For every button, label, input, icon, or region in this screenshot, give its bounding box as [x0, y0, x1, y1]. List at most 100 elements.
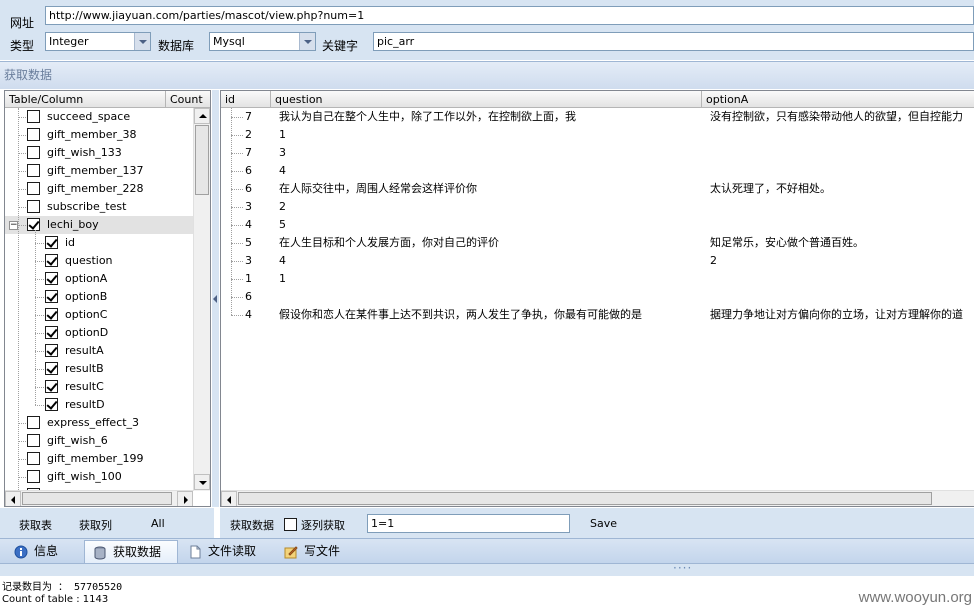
tab-write-file[interactable]: 写文件 — [276, 540, 356, 563]
table-row[interactable]: 6 在人际交往中，周围人经常会这样评价你 太认死理了，不好相处。 — [221, 180, 974, 198]
tree-table-item[interactable]: gift_wish_100 — [5, 468, 193, 486]
tree-header-count[interactable]: Count — [166, 91, 210, 108]
grid-header-optiona[interactable]: optionA — [702, 91, 974, 108]
table-tree[interactable]: Table/Column Count succeed_space gift_mem… — [4, 90, 211, 507]
tree-item-checkbox[interactable] — [27, 416, 40, 429]
table-row[interactable]: 7 我认为自己在整个人生中，除了工作以外，在控制欲上面，我 没有控制欲，只有感染带动… — [221, 108, 974, 126]
tree-item-checkbox[interactable] — [45, 344, 58, 357]
tree-item-checkbox[interactable] — [45, 362, 58, 375]
tree-column-item[interactable]: optionA — [5, 270, 193, 288]
tree-table-item[interactable]: gift_member_199 — [5, 450, 193, 468]
tree-item-checkbox[interactable] — [27, 146, 40, 159]
tab-get-data-label: 获取数据 — [113, 545, 162, 559]
grid-hscrollbar[interactable] — [221, 490, 974, 506]
tree-item-checkbox[interactable] — [27, 110, 40, 123]
tree-table-item[interactable]: − lechi_boy — [5, 216, 193, 234]
tree-vscrollbar[interactable] — [193, 108, 210, 491]
row-line — [231, 279, 243, 280]
type-select[interactable]: Integer — [45, 32, 151, 51]
collapse-icon[interactable]: − — [9, 221, 18, 230]
table-row[interactable]: 4 假设你和恋人在某件事上达不到共识，两人发生了争执，你最有可能做的是 据理力争地让… — [221, 306, 974, 324]
where-input[interactable]: 1=1 — [367, 514, 570, 533]
tree-column-item[interactable]: resultD — [5, 396, 193, 414]
tree-item-checkbox[interactable] — [27, 164, 40, 177]
get-columns-button[interactable]: 获取列 — [79, 517, 112, 533]
tree-column-item[interactable]: resultC — [5, 378, 193, 396]
scroll-left-icon[interactable] — [221, 491, 237, 506]
table-row[interactable]: 64 — [221, 162, 974, 180]
scroll-thumb[interactable] — [195, 125, 209, 195]
tree-item-checkbox[interactable] — [27, 452, 40, 465]
table-row[interactable]: 5 在人生目标和个人发展方面，你对自己的评价 知足常乐，安心做个普通百姓。 — [221, 234, 974, 252]
tree-hscrollbar[interactable] — [5, 490, 193, 506]
tree-table-item[interactable]: gift_member_38 — [5, 126, 193, 144]
tree-item-checkbox[interactable] — [45, 272, 58, 285]
select-all-button[interactable]: All — [151, 517, 165, 530]
table-row[interactable]: 73 — [221, 144, 974, 162]
tree-column-item[interactable]: optionB — [5, 288, 193, 306]
table-row[interactable]: 6 — [221, 288, 974, 306]
tree-item-checkbox[interactable] — [27, 182, 40, 195]
tree-item-checkbox[interactable] — [45, 380, 58, 393]
tree-item-checkbox[interactable] — [27, 218, 40, 231]
database-select[interactable]: Mysql — [209, 32, 316, 51]
tree-column-item[interactable]: optionC — [5, 306, 193, 324]
tree-table-item[interactable]: gift_member_137 — [5, 162, 193, 180]
scroll-thumb[interactable] — [238, 492, 932, 505]
grid-header-question[interactable]: question — [271, 91, 702, 108]
chevron-down-icon[interactable] — [299, 33, 315, 50]
tree-column-item[interactable]: optionD — [5, 324, 193, 342]
tree-table-item[interactable]: gift_wish_6 — [5, 432, 193, 450]
tree-item-checkbox[interactable] — [45, 398, 58, 411]
url-input[interactable]: http://www.jiayuan.com/parties/mascot/vi… — [45, 6, 974, 25]
keyword-input[interactable]: pic_arr — [373, 32, 974, 51]
tree-column-item[interactable]: resultA — [5, 342, 193, 360]
tree-item-checkbox[interactable] — [27, 470, 40, 483]
scroll-up-icon[interactable] — [194, 108, 210, 124]
tree-item-label: optionB — [65, 290, 108, 303]
scroll-right-icon[interactable] — [177, 491, 193, 506]
tree-item-checkbox[interactable] — [45, 326, 58, 339]
tree-header-table-column[interactable]: Table/Column — [5, 91, 166, 108]
chevron-down-icon[interactable] — [134, 33, 150, 50]
tree-table-item[interactable]: gift_wish_133 — [5, 144, 193, 162]
table-row[interactable]: 21 — [221, 126, 974, 144]
tree-column-item[interactable]: resultB — [5, 360, 193, 378]
tab-file-read[interactable]: 文件读取 — [180, 540, 272, 563]
tree-item-checkbox[interactable] — [27, 200, 40, 213]
grid-header-id[interactable]: id — [221, 91, 271, 108]
tree-table-item[interactable]: gift_member_228 — [5, 180, 193, 198]
table-row[interactable]: 32 — [221, 198, 974, 216]
table-row[interactable]: 3 4 2 — [221, 252, 974, 270]
get-tables-button[interactable]: 获取表 — [19, 517, 52, 533]
tab-get-data[interactable]: 获取数据 — [84, 540, 178, 563]
scroll-thumb[interactable] — [22, 492, 172, 505]
panel-splitter[interactable] — [212, 90, 219, 507]
get-data-button[interactable]: 获取数据 — [230, 517, 274, 533]
tree-item-checkbox[interactable] — [45, 308, 58, 321]
data-grid[interactable]: id question optionA 7 我认为自己在整个人生中，除了工作以外，… — [220, 90, 974, 507]
tree-table-item[interactable]: succeed_space — [5, 108, 193, 126]
tree-item-checkbox[interactable] — [45, 236, 58, 249]
row-line — [231, 261, 243, 262]
tree-item-checkbox[interactable] — [45, 290, 58, 303]
per-column-checkbox[interactable] — [284, 518, 297, 531]
tree-item-checkbox[interactable] — [27, 128, 40, 141]
row-line — [231, 297, 243, 298]
url-label: 网址 — [10, 16, 35, 30]
tree-table-item[interactable]: subscribe_test — [5, 198, 193, 216]
file-icon — [190, 545, 201, 559]
scroll-left-icon[interactable] — [5, 491, 21, 506]
save-button[interactable]: Save — [590, 517, 617, 530]
table-row[interactable]: 11 — [221, 270, 974, 288]
table-row[interactable]: 45 — [221, 216, 974, 234]
tree-item-label: resultC — [65, 380, 104, 393]
tab-info[interactable]: 信息 — [6, 540, 78, 563]
tree-item-checkbox[interactable] — [27, 434, 40, 447]
scroll-down-icon[interactable] — [194, 474, 210, 490]
tree-item-checkbox[interactable] — [45, 254, 58, 267]
tree-column-item[interactable]: id — [5, 234, 193, 252]
tree-column-item[interactable]: question — [5, 252, 193, 270]
panel-resize-handle[interactable] — [0, 561, 974, 576]
tree-table-item[interactable]: express_effect_3 — [5, 414, 193, 432]
